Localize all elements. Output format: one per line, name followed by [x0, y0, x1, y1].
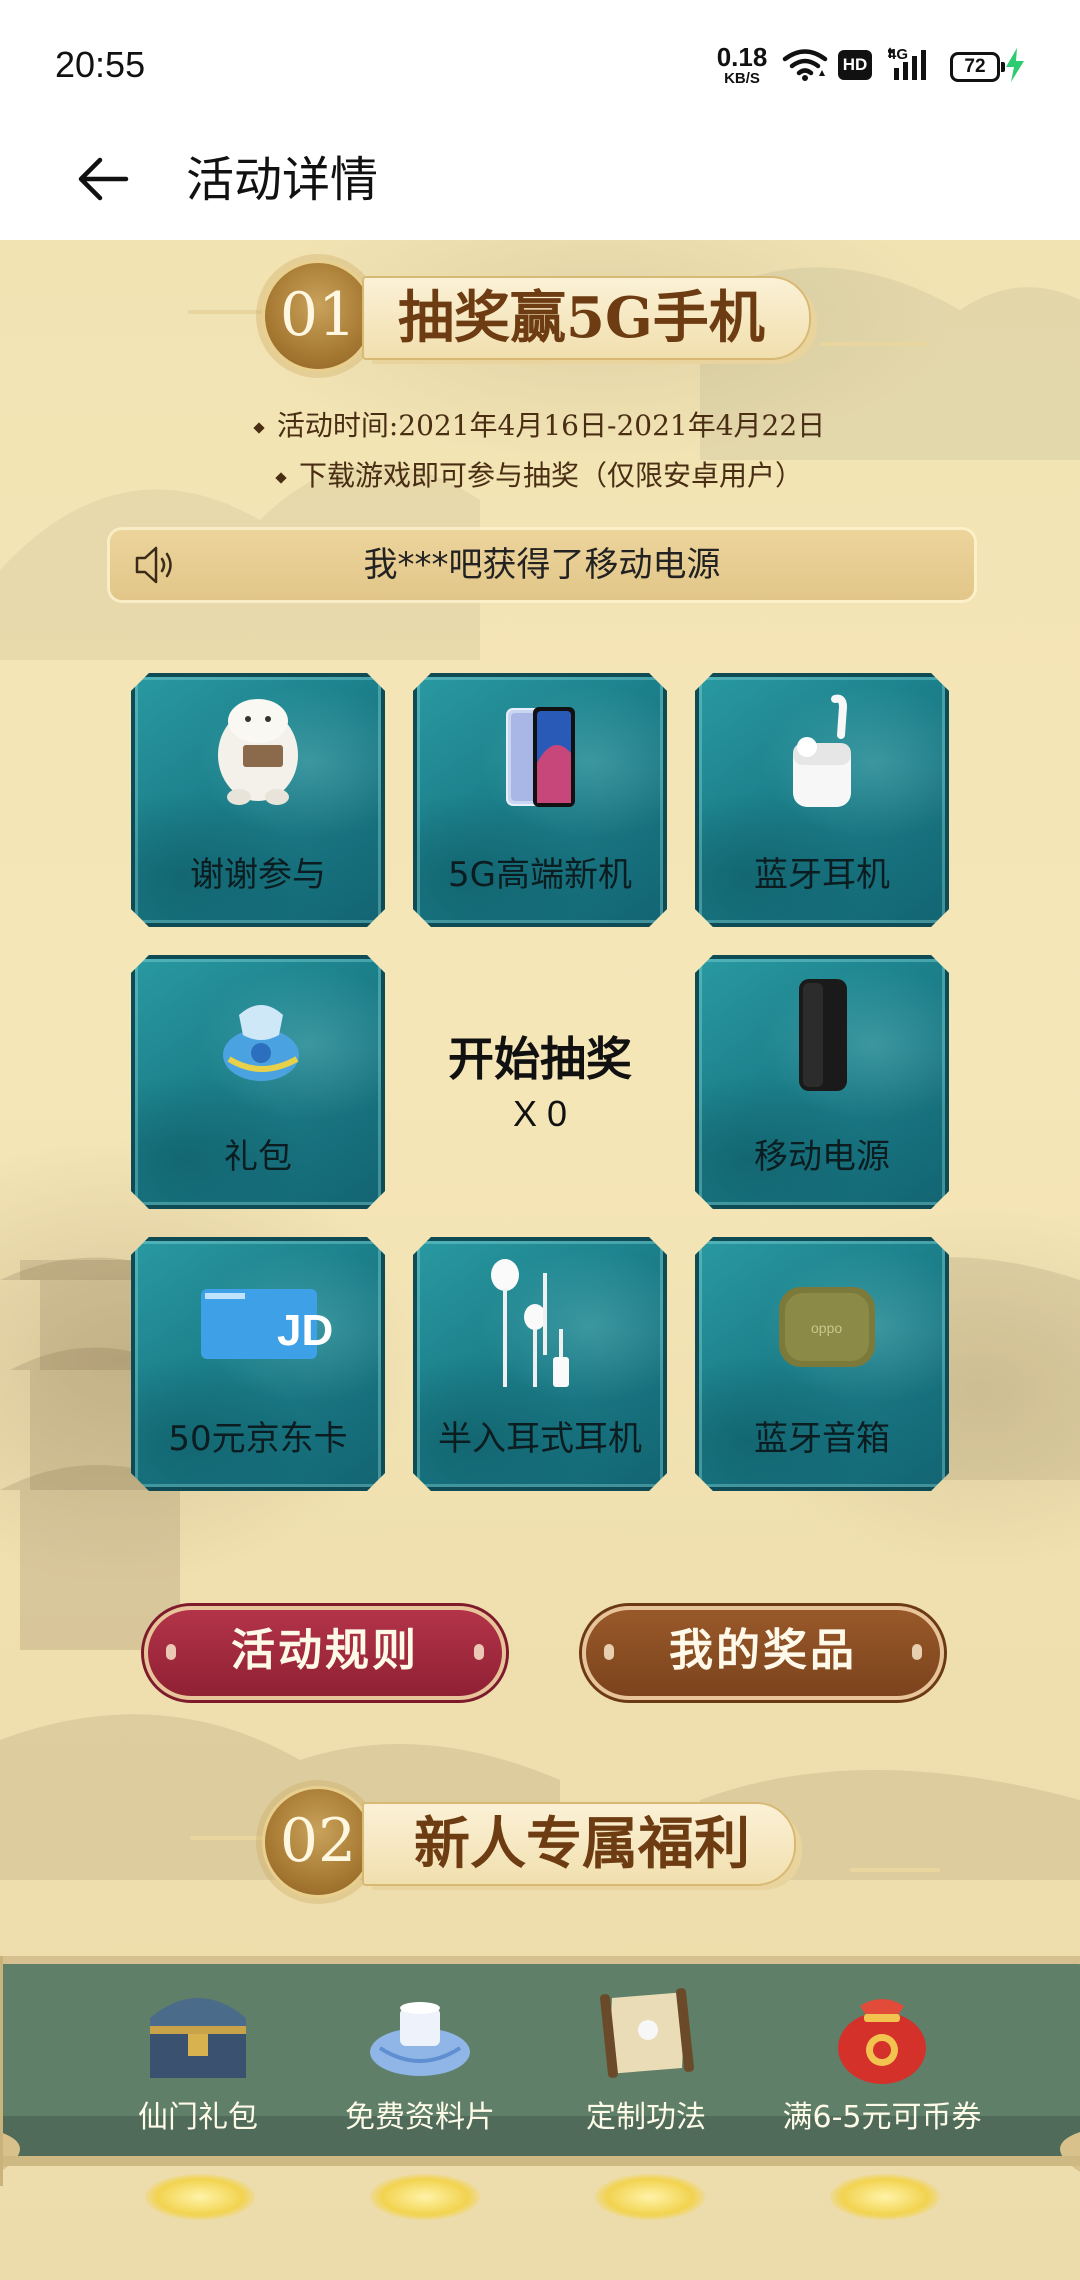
gift-bag-icon	[131, 955, 385, 1125]
prize-label: 半入耳式耳机	[438, 1419, 642, 1459]
prize-cell-thanks: 谢谢参与	[131, 673, 385, 927]
wired-earphones-icon	[413, 1237, 667, 1407]
svg-text:JD: JD	[277, 1306, 333, 1355]
prize-cell-wired-earphones: 半入耳式耳机	[413, 1237, 667, 1491]
taiji-glow-icon	[145, 2174, 255, 2220]
prize-cell-bluetooth-earbuds: 蓝牙耳机	[695, 673, 949, 927]
scroll-icon	[600, 1988, 694, 2078]
prize-label: 谢谢参与	[190, 855, 326, 895]
status-time: 20:55	[55, 44, 146, 85]
prize-cell-gift-pack: 礼包	[131, 955, 385, 1209]
activity-note: 下载游戏即可参与抽奖（仅限安卓用户）	[0, 454, 1080, 494]
bullet-icon	[275, 471, 287, 484]
prize-cell-bluetooth-speaker: oppo 蓝牙音箱	[695, 1237, 949, 1491]
treasure-chest-icon	[150, 1998, 246, 2078]
page-title: 活动详情	[186, 152, 379, 208]
status-bar: 20:55 0.18 KB/S HD 4G 72	[0, 0, 1080, 130]
wireless-earbuds-icon	[695, 673, 949, 843]
button-ornament	[912, 1644, 922, 1660]
gift-box-icon	[370, 2002, 470, 2076]
lucky-bag-icon	[838, 1999, 926, 2084]
start-draw-button[interactable]: 开始抽奖 X 0	[413, 955, 667, 1209]
activity-time: 活动时间:2021年4月16日-2021年4月22日	[0, 404, 1080, 444]
bluetooth-speaker-icon: oppo	[695, 1237, 949, 1407]
network-speed-unit: KB/S	[724, 70, 760, 87]
taiji-glow-icon	[595, 2174, 705, 2220]
benefit-label: 仙门礼包	[138, 2100, 258, 2135]
charging-icon	[1006, 48, 1024, 82]
network-type: 4G	[888, 46, 909, 63]
taiji-glow-icon	[370, 2174, 480, 2220]
my-prizes-label: 我的奖品	[669, 1625, 857, 1676]
network-speed: 0.18 KB/S	[714, 44, 770, 86]
my-prizes-button[interactable]: 我的奖品	[582, 1606, 944, 1700]
prize-cell-power-bank: 移动电源	[695, 955, 949, 1209]
prize-label: 移动电源	[754, 1137, 890, 1177]
benefit-item[interactable]: 免费资料片	[310, 1978, 530, 2138]
benefit-item[interactable]: 满6-5元可币券	[772, 1978, 992, 2138]
jd-card-icon: JD	[131, 1237, 385, 1407]
benefit-item[interactable]: 仙门礼包	[88, 1978, 308, 2138]
activity-time-text: 活动时间:2021年4月16日-2021年4月22日	[276, 409, 826, 442]
prize-cell-5g-phone: 5G高端新机	[413, 673, 667, 927]
start-draw-label: 开始抽奖	[448, 1032, 632, 1086]
prize-label: 蓝牙音箱	[754, 1419, 890, 1459]
section-heading: 新人专属福利	[362, 1802, 796, 1886]
prize-label: 蓝牙耳机	[754, 855, 890, 895]
app-header: 活动详情	[0, 130, 1080, 240]
section-heading: 抽奖赢5G手机	[362, 276, 811, 360]
section-01-title: 01 抽奖赢5G手机	[262, 260, 822, 372]
prize-label: 50元京东卡	[168, 1419, 348, 1459]
decorative-line	[850, 1868, 940, 1872]
thanks-mascot-icon	[131, 673, 385, 843]
prize-cell-jd-card: JD 50元京东卡	[131, 1237, 385, 1491]
section-02-title: 02 新人专属福利	[262, 1786, 842, 1898]
draw-count: X 0	[512, 1093, 568, 1134]
activity-rules-button[interactable]: 活动规则	[144, 1606, 506, 1700]
activity-page: 01 抽奖赢5G手机 活动时间:2021年4月16日-2021年4月22日 下载…	[0, 240, 1080, 2280]
hd-badge: HD	[838, 50, 872, 80]
marquee-text: 我***吧获得了移动电源	[363, 545, 721, 585]
network-speed-value: 0.18	[716, 42, 768, 72]
back-arrow-icon[interactable]	[70, 144, 140, 214]
taiji-glow-icon	[830, 2174, 940, 2220]
svg-text:oppo: oppo	[811, 1320, 842, 1336]
section-number: 01	[262, 260, 374, 372]
button-ornament	[166, 1644, 176, 1660]
section-number: 02	[262, 1786, 374, 1898]
button-ornament	[474, 1644, 484, 1660]
prize-label: 礼包	[224, 1137, 292, 1177]
prize-label: 5G高端新机	[448, 855, 632, 895]
button-ornament	[604, 1644, 614, 1660]
wifi-icon	[782, 49, 828, 81]
smartphone-icon	[413, 673, 667, 843]
bullet-icon	[253, 421, 265, 434]
power-bank-icon	[695, 955, 949, 1125]
benefit-label: 满6-5元可币券	[782, 2100, 982, 2135]
activity-note-text: 下载游戏即可参与抽奖（仅限安卓用户）	[298, 459, 803, 492]
activity-rules-label: 活动规则	[231, 1625, 419, 1676]
decorative-line	[820, 342, 930, 346]
benefit-label: 免费资料片	[345, 2100, 495, 2135]
benefit-item[interactable]: 定制功法	[536, 1978, 756, 2138]
battery-icon: 72	[950, 52, 1005, 82]
cell-signal-icon: 4G	[886, 46, 936, 86]
benefit-label: 定制功法	[586, 2100, 706, 2135]
winner-marquee: 我***吧获得了移动电源	[110, 530, 974, 600]
